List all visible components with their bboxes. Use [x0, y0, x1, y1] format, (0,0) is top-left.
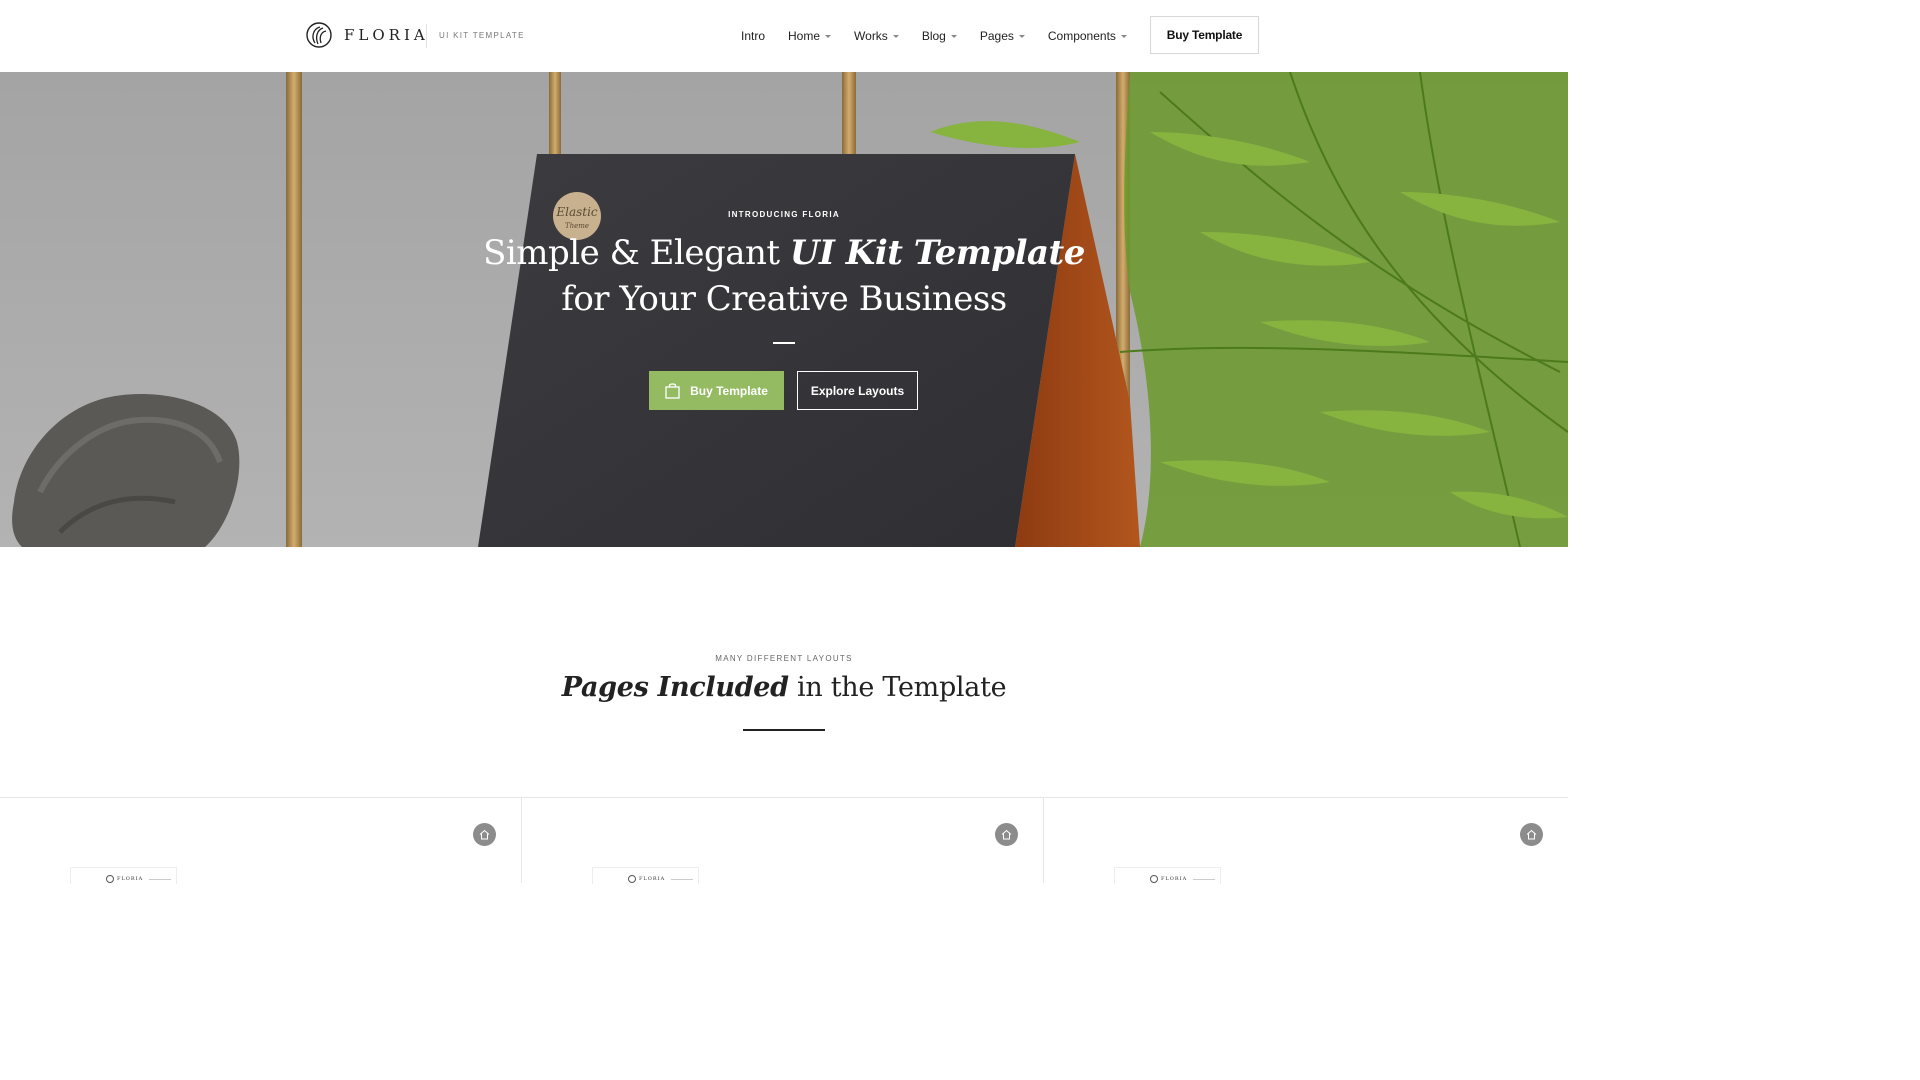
logo[interactable]: FLORIA [306, 22, 429, 48]
badge-text-2: Theme [565, 222, 589, 230]
shopping-bag-icon [665, 383, 680, 399]
main-nav: Intro Home Works Blog Pages Components [741, 29, 1150, 43]
hero-title: Simple & Elegant UI Kit Template for You… [0, 230, 1568, 322]
preview-brand: FLORIA [1161, 876, 1188, 882]
nav-item-components[interactable]: Components [1048, 29, 1127, 43]
nav-label: Components [1047, 29, 1116, 43]
preview-logo: FLORIA [628, 875, 694, 883]
home-badge[interactable] [473, 823, 496, 846]
chevron-down-icon [950, 35, 957, 38]
home-badge[interactable] [995, 823, 1018, 846]
brand-tagline: UI KIT TEMPLATE [439, 31, 525, 40]
floria-logo-icon [628, 875, 636, 883]
brand-name: FLORIA [344, 26, 429, 44]
preview-tagline-line [1193, 878, 1216, 880]
chevron-down-icon [1120, 35, 1127, 38]
home-icon [1001, 829, 1012, 840]
preview-tagline-line [671, 878, 694, 880]
site-header: FLORIA UI KIT TEMPLATE Intro Home Works … [0, 0, 1568, 73]
page-preview-card[interactable]: FLORIA [1044, 798, 1568, 884]
nav-item-intro[interactable]: Intro [741, 29, 765, 43]
section-title-emphasis: Pages Included [561, 672, 789, 703]
preview-thumbnail: FLORIA [592, 867, 699, 884]
hero-eyebrow: INTRODUCING FLORIA [728, 210, 840, 219]
nav-item-pages[interactable]: Pages [980, 29, 1025, 43]
hero-title-emphasis: UI Kit Template [789, 233, 1085, 273]
chevron-down-icon [825, 35, 832, 38]
hero-title-line2: for Your Creative Business [561, 279, 1007, 319]
nav-label: Works [854, 29, 888, 43]
preview-brand: FLORIA [117, 876, 144, 882]
nav-item-home[interactable]: Home [788, 29, 832, 43]
page-preview-card[interactable]: FLORIA [522, 798, 1044, 884]
hero-section: Elastic Theme INTRODUCING FLORIA Simple … [0, 72, 1568, 547]
nav-label: Home [788, 29, 821, 43]
preview-thumbnail: FLORIA [70, 867, 177, 884]
preview-brand: FLORIA [639, 876, 666, 882]
chevron-down-icon [892, 35, 899, 38]
explore-layouts-button[interactable]: Explore Layouts [797, 371, 918, 410]
home-icon [479, 829, 490, 840]
logo-divider [426, 24, 427, 48]
section-divider [743, 729, 825, 731]
floria-logo-icon [1150, 875, 1158, 883]
preview-logo: FLORIA [1150, 875, 1216, 883]
floria-logo-icon [306, 22, 332, 48]
hero-title-part1: Simple & Elegant [483, 233, 790, 273]
nav-label: Blog [921, 29, 946, 43]
nav-label: Pages [979, 29, 1014, 43]
header-buy-template-button[interactable]: Buy Template [1150, 16, 1259, 54]
floria-logo-icon [106, 875, 114, 883]
hero-divider [773, 342, 795, 344]
section-title-rest: in the Template [788, 672, 1007, 703]
hero-buy-label: Buy Template [690, 383, 768, 398]
home-badge[interactable] [1520, 823, 1543, 846]
preview-thumbnail: FLORIA [1114, 867, 1221, 884]
hero-buy-template-button[interactable]: Buy Template [649, 371, 784, 410]
chevron-down-icon [1018, 35, 1025, 38]
preview-tagline-line [149, 878, 172, 880]
nav-item-blog[interactable]: Blog [922, 29, 957, 43]
page-preview-card[interactable]: FLORIA [0, 798, 522, 884]
home-icon [1526, 829, 1537, 840]
section-title: Pages Included in the Template [0, 672, 1568, 703]
page-previews: FLORIA FLORIA FLORIA [0, 797, 1568, 884]
nav-item-works[interactable]: Works [854, 29, 899, 43]
preview-logo: FLORIA [106, 875, 172, 883]
nav-label: Intro [741, 29, 766, 43]
section-eyebrow: MANY DIFFERENT LAYOUTS [715, 654, 853, 663]
